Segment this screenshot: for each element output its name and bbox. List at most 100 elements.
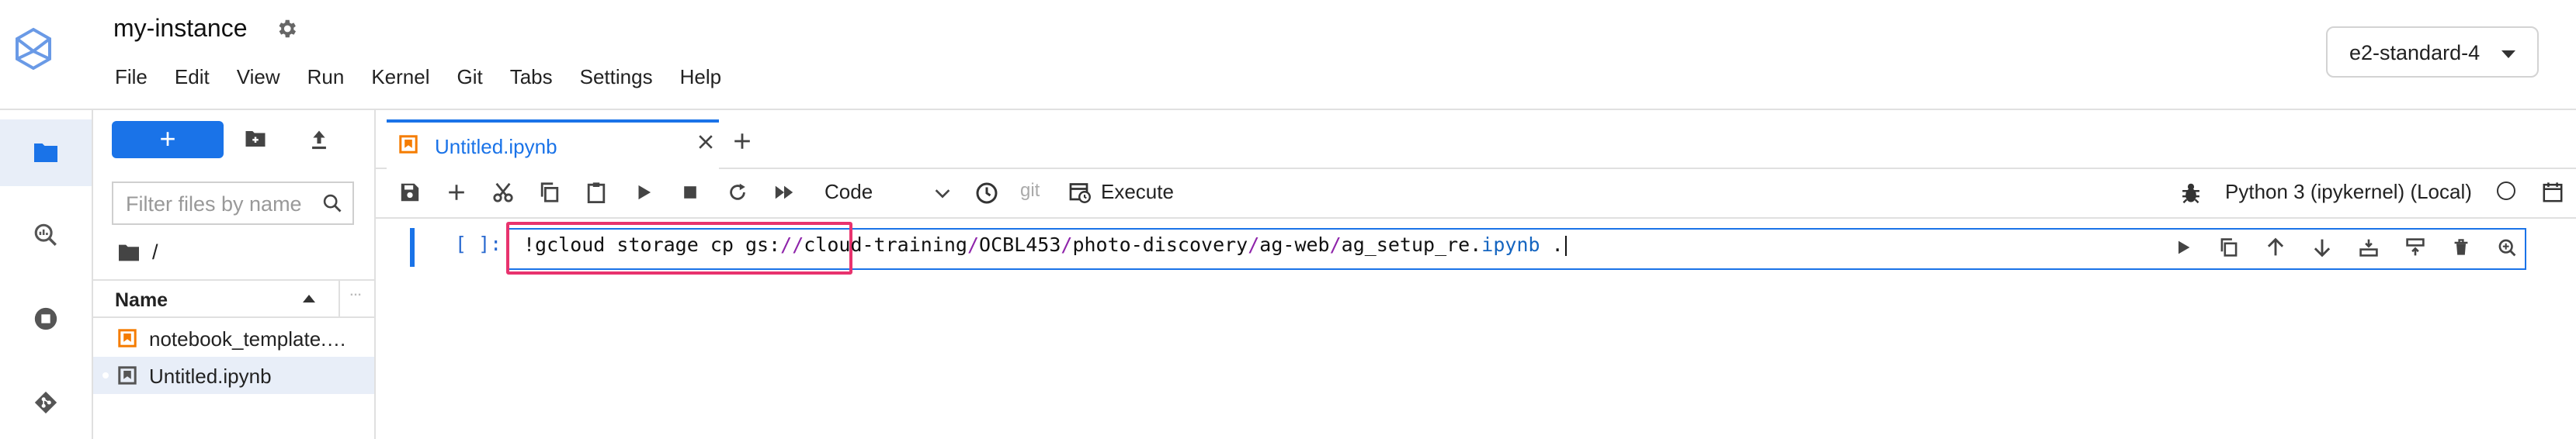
menu-view[interactable]: View bbox=[237, 65, 280, 89]
execute-label: Execute bbox=[1101, 180, 1174, 203]
menu-kernel[interactable]: Kernel bbox=[371, 65, 429, 89]
menu-help[interactable]: Help bbox=[680, 65, 721, 89]
cell-search-icon[interactable] bbox=[2497, 237, 2517, 258]
menu-git[interactable]: Git bbox=[457, 65, 482, 89]
folder-icon bbox=[34, 143, 57, 162]
breadcrumb-root: / bbox=[152, 240, 158, 264]
file-browser-activity[interactable] bbox=[0, 119, 92, 186]
more-columns-icon[interactable]: … bbox=[349, 285, 362, 299]
folder-icon bbox=[119, 244, 139, 261]
cell-prompt: [ ]: bbox=[455, 233, 502, 255]
stop-icon[interactable] bbox=[680, 181, 700, 203]
activity-bar bbox=[0, 110, 93, 439]
active-cell-indicator bbox=[410, 228, 415, 267]
filter-files-input[interactable]: Filter files by name bbox=[112, 181, 354, 225]
menu-tabs[interactable]: Tabs bbox=[510, 65, 553, 89]
chevron-down-icon bbox=[2501, 50, 2515, 58]
notebook-icon bbox=[399, 135, 418, 154]
tab-untitled-notebook[interactable]: Untitled.ipynb bbox=[387, 119, 719, 169]
file-row-notebook-template[interactable]: notebook_template.… bbox=[93, 320, 374, 357]
search-chart-icon bbox=[34, 223, 57, 246]
add-cell-icon[interactable] bbox=[446, 181, 467, 203]
notebook-icon bbox=[118, 366, 137, 385]
git-icon bbox=[34, 391, 57, 414]
copy-icon[interactable] bbox=[539, 181, 561, 203]
menu-file[interactable]: File bbox=[115, 65, 148, 89]
breadcrumb[interactable]: / bbox=[116, 240, 158, 264]
debugger-bug-icon[interactable] bbox=[2180, 181, 2202, 205]
kernel-name[interactable]: Python 3 (ipykernel) (Local) bbox=[2225, 180, 2472, 204]
schedule-calendar-icon bbox=[1069, 182, 1091, 203]
code-segment: photo-discovery bbox=[1072, 233, 1248, 256]
code-segment: / bbox=[967, 233, 980, 256]
code-segment: ipynb bbox=[1481, 233, 1540, 256]
file-list-header: Name … bbox=[93, 279, 374, 318]
tab-bar: Untitled.ipynb bbox=[376, 110, 2576, 169]
stop-circle-icon bbox=[34, 307, 57, 330]
history-clock-icon[interactable] bbox=[975, 181, 998, 205]
run-cell-icon[interactable] bbox=[2174, 237, 2192, 258]
notebook-area: Untitled.ipynb Code git Execute Python 3… bbox=[376, 110, 2576, 439]
file-browser-panel: + Filter files by name / Name … notebook… bbox=[93, 110, 376, 439]
settings-gear-icon[interactable] bbox=[275, 17, 298, 40]
file-name: notebook_template.… bbox=[149, 327, 347, 351]
paste-icon[interactable] bbox=[585, 181, 607, 203]
notebook-icon bbox=[118, 329, 137, 347]
cell-type-dropdown[interactable]: Code bbox=[825, 180, 873, 204]
name-column-header[interactable]: Name bbox=[115, 289, 168, 312]
git-label[interactable]: git bbox=[1020, 180, 1040, 202]
code-segment: / bbox=[1329, 233, 1342, 256]
file-name: Untitled.ipynb bbox=[149, 365, 272, 388]
machine-type-dropdown[interactable]: e2-standard-4 bbox=[2326, 26, 2539, 78]
file-row-untitled[interactable]: Untitled.ipynb bbox=[93, 357, 374, 394]
new-folder-icon[interactable] bbox=[244, 129, 267, 149]
top-header: my-instance File Edit View Run Kernel Gi… bbox=[0, 0, 2576, 110]
calendar-icon[interactable] bbox=[2542, 181, 2564, 203]
search-icon bbox=[321, 192, 343, 214]
new-launcher-button[interactable]: + bbox=[112, 121, 224, 158]
git-activity[interactable] bbox=[0, 369, 92, 436]
open-indicator bbox=[102, 372, 109, 379]
delete-cell-icon[interactable] bbox=[2452, 237, 2470, 258]
duplicate-cell-icon[interactable] bbox=[2219, 237, 2239, 258]
workbench-logo-icon bbox=[14, 26, 53, 73]
running-kernels-activity[interactable] bbox=[0, 285, 92, 352]
sort-ascending-icon[interactable] bbox=[303, 295, 315, 302]
menu-run[interactable]: Run bbox=[307, 65, 345, 89]
restart-icon[interactable] bbox=[727, 181, 748, 203]
menu-edit[interactable]: Edit bbox=[175, 65, 210, 89]
close-icon[interactable] bbox=[696, 132, 716, 152]
insert-above-icon[interactable] bbox=[2359, 237, 2379, 258]
code-segment: ag-web bbox=[1259, 233, 1330, 256]
text-cursor bbox=[1564, 236, 1567, 256]
cell-code[interactable]: !gcloud storage cp gs://cloud-training/O… bbox=[523, 233, 1567, 256]
save-icon[interactable] bbox=[399, 181, 421, 203]
chevron-down-icon[interactable] bbox=[933, 186, 952, 202]
code-segment: cloud-training bbox=[804, 233, 967, 256]
instance-title: my-instance bbox=[113, 14, 248, 42]
move-down-icon[interactable] bbox=[2312, 237, 2332, 258]
upload-icon[interactable] bbox=[309, 129, 329, 150]
menu-bar: File Edit View Run Kernel Git Tabs Setti… bbox=[115, 65, 748, 89]
execute-button[interactable]: Execute bbox=[1068, 180, 1174, 204]
code-segment: OCBL453 bbox=[979, 233, 1061, 256]
search-activity[interactable] bbox=[0, 202, 92, 268]
filter-placeholder: Filter files by name bbox=[126, 192, 302, 216]
menu-settings[interactable]: Settings bbox=[580, 65, 653, 89]
code-segment: ag_setup_re. bbox=[1341, 233, 1482, 256]
code-segment: / bbox=[1061, 233, 1073, 256]
code-segment: / bbox=[1248, 233, 1260, 256]
add-tab-icon[interactable] bbox=[731, 130, 753, 152]
column-divider bbox=[338, 281, 340, 316]
tab-label: Untitled.ipynb bbox=[435, 135, 557, 158]
kernel-status-idle-icon bbox=[2497, 181, 2515, 200]
code-segment: !gcloud storage cp gs: bbox=[523, 233, 781, 256]
cut-icon[interactable] bbox=[492, 181, 514, 203]
run-icon[interactable] bbox=[634, 181, 654, 203]
move-up-icon[interactable] bbox=[2265, 237, 2286, 258]
insert-below-icon[interactable] bbox=[2405, 237, 2425, 258]
fast-forward-icon[interactable] bbox=[773, 181, 795, 203]
code-segment: // bbox=[780, 233, 804, 256]
machine-type-label: e2-standard-4 bbox=[2349, 41, 2481, 64]
notebook-toolbar: Code git Execute Python 3 (ipykernel) (L… bbox=[376, 169, 2576, 219]
